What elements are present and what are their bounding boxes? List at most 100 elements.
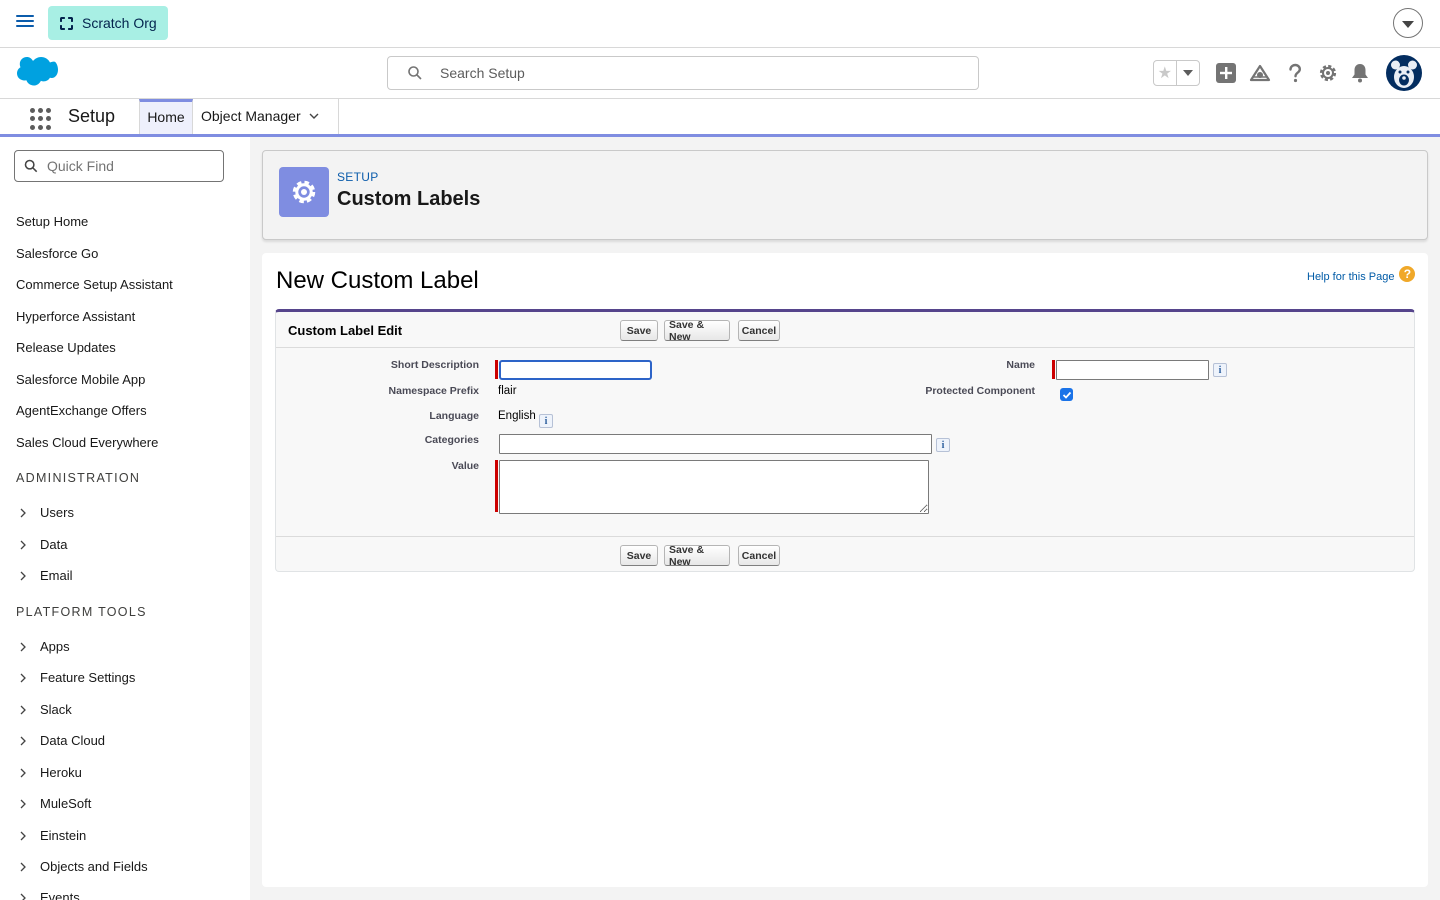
sidebar-item-label: Objects and Fields (40, 859, 148, 874)
chevron-right-icon[interactable] (18, 736, 28, 746)
chevron-down-icon[interactable] (1393, 8, 1423, 38)
tab-object-manager-label: Object Manager (201, 108, 301, 124)
sidebar-item-label: Users (40, 505, 74, 520)
setup-sidebar: Quick Find Setup Home Salesforce Go Comm… (0, 137, 250, 900)
sidebar-item-release-updates[interactable]: Release Updates (16, 340, 116, 355)
sidebar-item-label: Slack (40, 702, 72, 717)
help-link[interactable]: Help for this Page ? (1307, 266, 1416, 283)
page-title: New Custom Label (276, 267, 479, 294)
scratch-org-label: Scratch Org (82, 15, 157, 31)
chevron-right-icon[interactable] (18, 571, 28, 581)
search-placeholder: Search Setup (440, 65, 525, 81)
language-value: English (498, 410, 536, 422)
required-indicator (495, 460, 498, 512)
save-and-new-button[interactable]: Save & New (664, 544, 730, 568)
sidebar-item-email[interactable]: Email (16, 568, 73, 583)
help-icon[interactable] (1284, 62, 1306, 84)
salesforce-logo[interactable] (16, 57, 58, 87)
info-icon[interactable]: i (539, 414, 553, 428)
setup-gear-icon[interactable] (1317, 62, 1339, 84)
chevron-right-icon[interactable] (18, 705, 28, 715)
categories-field[interactable] (499, 434, 932, 454)
name-label: Name (1006, 359, 1035, 371)
chevron-right-icon[interactable] (18, 768, 28, 778)
sidebar-item-label: Data Cloud (40, 733, 106, 748)
sidebar-item-setup-home[interactable]: Setup Home (16, 214, 88, 229)
chevron-right-icon[interactable] (18, 642, 28, 652)
quick-find-placeholder: Quick Find (47, 158, 114, 174)
save-and-new-button[interactable]: Save & New (664, 319, 730, 343)
sidebar-item-label: Feature Settings (40, 670, 136, 685)
sidebar-item-label: MuleSoft (40, 796, 92, 811)
tab-object-manager[interactable]: Object Manager (193, 99, 339, 134)
save-button[interactable]: Save (620, 545, 658, 566)
chevron-right-icon[interactable] (18, 862, 28, 872)
favorites-dropdown-icon[interactable] (1177, 61, 1199, 85)
cancel-button[interactable]: Cancel (738, 320, 780, 341)
namespace-prefix-value: flair (498, 385, 517, 397)
value-textarea[interactable] (499, 460, 929, 514)
sidebar-item-label: Email (40, 568, 73, 583)
chevron-right-icon[interactable] (18, 831, 28, 841)
sidebar-item-salesforce-go[interactable]: Salesforce Go (16, 246, 98, 261)
notifications-bell-icon[interactable] (1349, 62, 1371, 84)
protected-component-checkbox[interactable] (1060, 388, 1073, 401)
favorites-star-icon[interactable]: ★ (1154, 61, 1177, 85)
sidebar-item-label: Apps (40, 639, 70, 654)
chevron-right-icon[interactable] (18, 893, 28, 900)
sidebar-heading-platform-tools: PLATFORM TOOLS (16, 605, 147, 619)
sidebar-item-apps[interactable]: Apps (16, 639, 70, 654)
page-header-title: Custom Labels (337, 188, 481, 210)
info-icon[interactable]: i (936, 438, 950, 452)
short-description-field[interactable] (499, 360, 652, 380)
tab-home[interactable]: Home (139, 99, 193, 134)
trailhead-guidance-icon[interactable] (1249, 62, 1271, 84)
sidebar-item-data-cloud[interactable]: Data Cloud (16, 733, 105, 748)
sidebar-item-hyperforce-assistant[interactable]: Hyperforce Assistant (16, 309, 135, 324)
sidebar-item-slack[interactable]: Slack (16, 702, 72, 717)
sidebar-item-salesforce-mobile-app[interactable]: Salesforce Mobile App (16, 372, 145, 387)
setup-search-input[interactable]: Search Setup (387, 56, 979, 90)
sidebar-item-einstein[interactable]: Einstein (16, 828, 86, 843)
sidebar-item-users[interactable]: Users (16, 505, 74, 520)
name-field[interactable] (1056, 360, 1209, 380)
favorites-control[interactable]: ★ (1153, 60, 1200, 86)
sidebar-item-commerce-setup-assistant[interactable]: Commerce Setup Assistant (16, 277, 173, 292)
divider (276, 347, 1414, 348)
sidebar-item-feature-settings[interactable]: Feature Settings (16, 670, 135, 685)
sidebar-item-mulesoft[interactable]: MuleSoft (16, 796, 91, 811)
user-avatar[interactable] (1386, 55, 1422, 91)
sidebar-item-label: Heroku (40, 765, 82, 780)
sidebar-item-agentexchange-offers[interactable]: AgentExchange Offers (16, 403, 147, 418)
chevron-right-icon[interactable] (18, 799, 28, 809)
quick-find-input[interactable]: Quick Find (14, 150, 224, 182)
sidebar-item-heroku[interactable]: Heroku (16, 765, 82, 780)
help-question-icon[interactable]: ? (1399, 266, 1416, 282)
global-actions-icon[interactable] (1215, 62, 1237, 84)
sidebar-item-label: Einstein (40, 828, 87, 843)
sidebar-item-sales-cloud-everywhere[interactable]: Sales Cloud Everywhere (16, 435, 158, 450)
custom-label-edit-panel: Custom Label Edit Save Save & New Cancel… (275, 309, 1415, 572)
scratch-org-badge[interactable]: Scratch Org (48, 6, 168, 40)
page-header: SETUP Custom Labels (262, 150, 1428, 240)
sidebar-item-label: Data (40, 537, 68, 552)
chevron-down-icon[interactable] (309, 111, 319, 121)
info-icon[interactable]: i (1213, 363, 1227, 377)
cancel-button[interactable]: Cancel (738, 545, 780, 566)
search-icon (408, 66, 422, 80)
menu-icon[interactable] (16, 15, 34, 33)
checkmark-icon (1062, 391, 1071, 399)
divider (276, 536, 1414, 537)
chevron-right-icon[interactable] (18, 508, 28, 518)
sidebar-heading-administration: ADMINISTRATION (16, 471, 141, 485)
chevron-right-icon[interactable] (18, 673, 28, 683)
sidebar-item-events[interactable]: Events (16, 890, 80, 900)
chevron-right-icon[interactable] (18, 540, 28, 550)
sidebar-item-objects-and-fields[interactable]: Objects and Fields (16, 859, 148, 874)
namespace-prefix-label: Namespace Prefix (388, 385, 479, 397)
app-launcher-icon[interactable] (30, 108, 52, 130)
required-indicator (495, 360, 498, 379)
sidebar-item-data[interactable]: Data (16, 537, 67, 552)
global-header: Search Setup ★ (0, 48, 1440, 99)
save-button[interactable]: Save (620, 320, 658, 341)
